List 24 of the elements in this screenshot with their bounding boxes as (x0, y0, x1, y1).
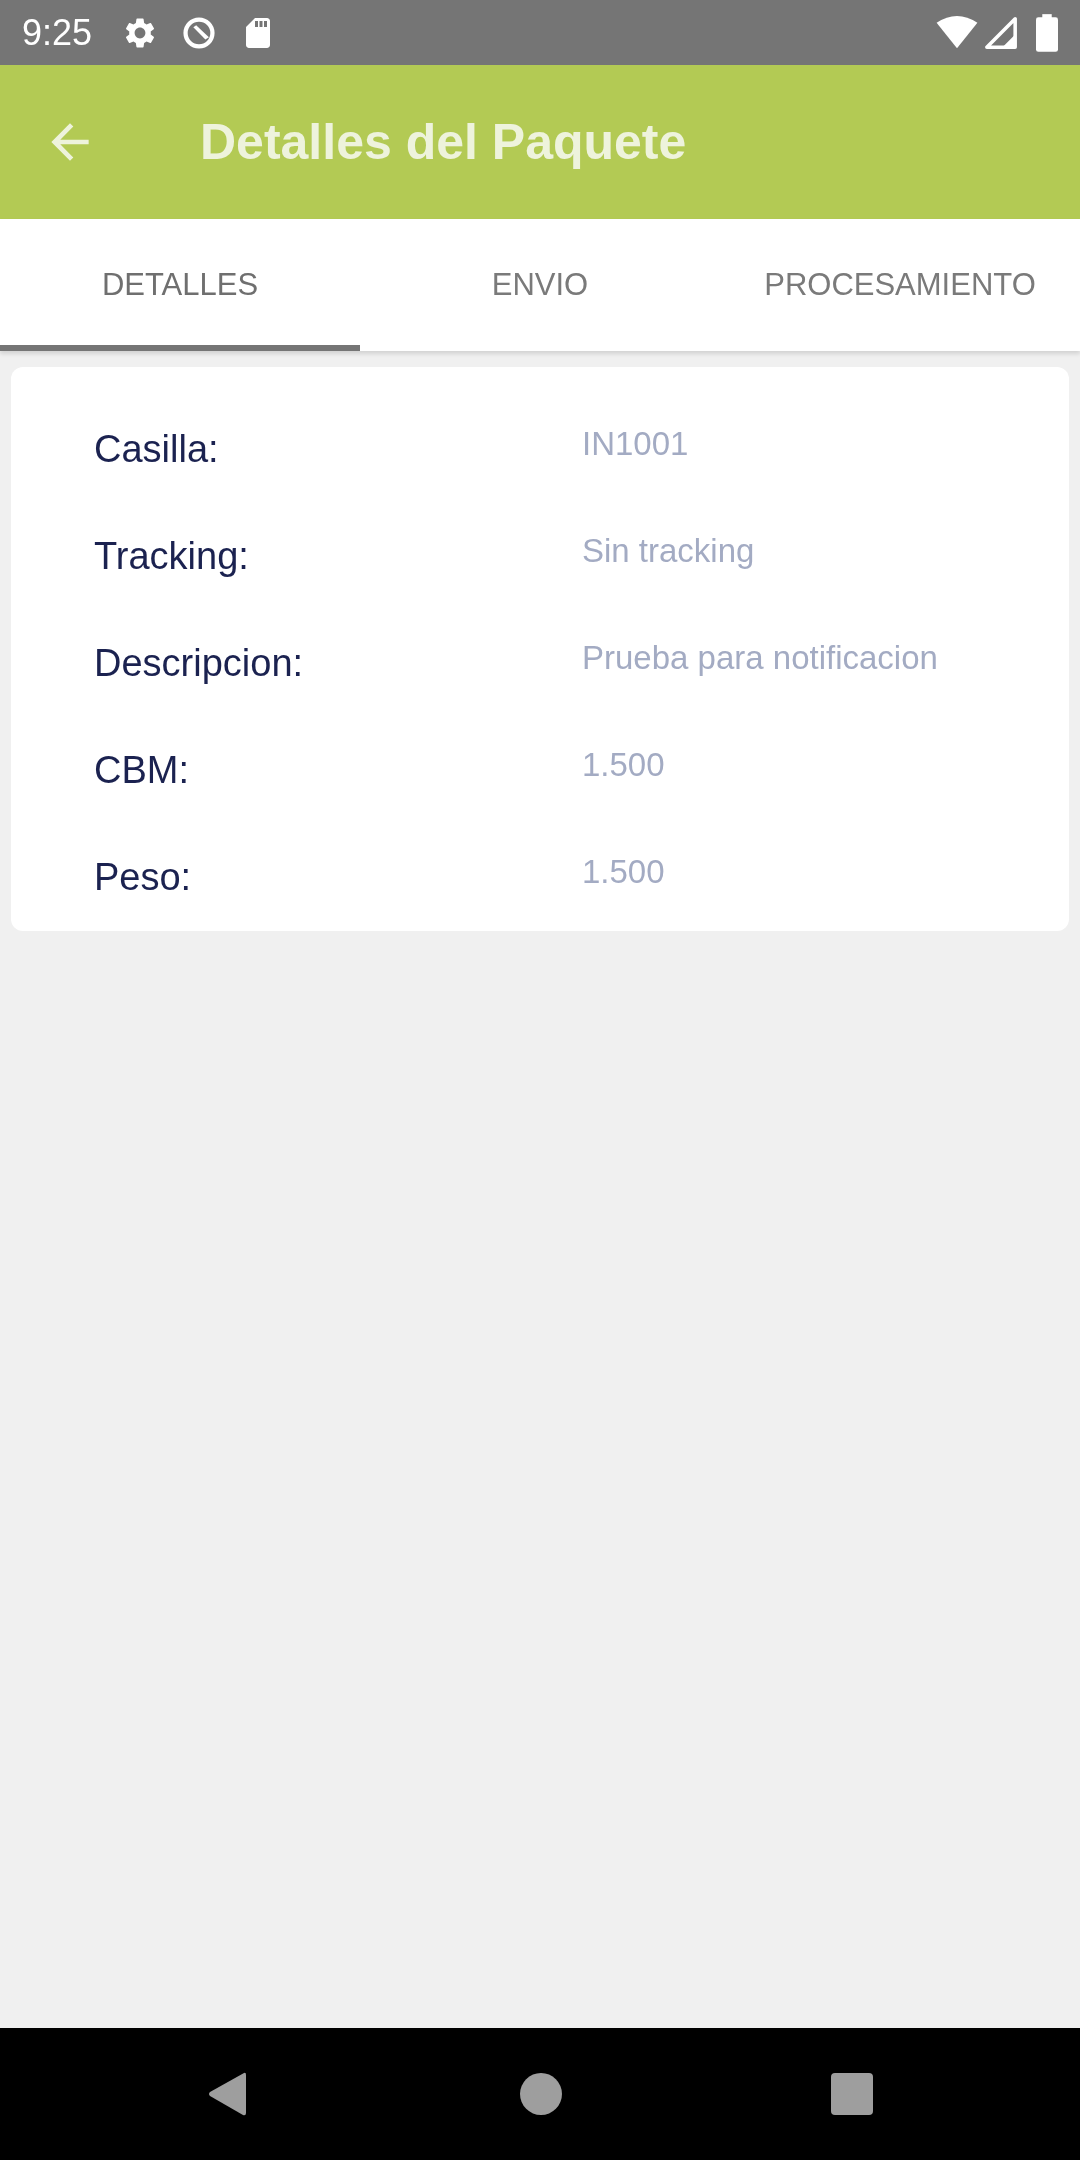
field-label: Tracking: (94, 534, 250, 579)
home-circle-icon (520, 2073, 562, 2115)
tab[interactable]: DETALLES (0, 219, 360, 351)
field-label: Descripcion: (94, 641, 305, 686)
back-nav-button[interactable] (207, 2071, 247, 2117)
screen-title: Detalles del Paquete (200, 117, 687, 167)
field-value: 1.500 (582, 744, 665, 785)
field-value: Sin tracking (582, 530, 755, 571)
field-label: Casilla: (94, 427, 220, 472)
back-triangle-icon (207, 2071, 247, 2117)
home-nav-button[interactable] (520, 2073, 562, 2115)
circle-slash-icon (182, 15, 217, 50)
battery-icon (1036, 13, 1058, 52)
field-value: IN1001 (582, 423, 689, 464)
field-label: Peso: (94, 855, 193, 900)
field-value: Prueba para notificacion (582, 637, 938, 678)
signal-icon (984, 15, 1018, 50)
tab[interactable]: ENVIO (360, 219, 720, 351)
field-value: 1.500 (582, 851, 665, 892)
recents-square-icon (831, 2073, 873, 2115)
status-time: 9:25 (22, 14, 93, 51)
field-label: CBM: (94, 748, 190, 793)
wifi-icon (936, 15, 978, 50)
tab[interactable]: PROCESAMIENTO (720, 219, 1080, 351)
